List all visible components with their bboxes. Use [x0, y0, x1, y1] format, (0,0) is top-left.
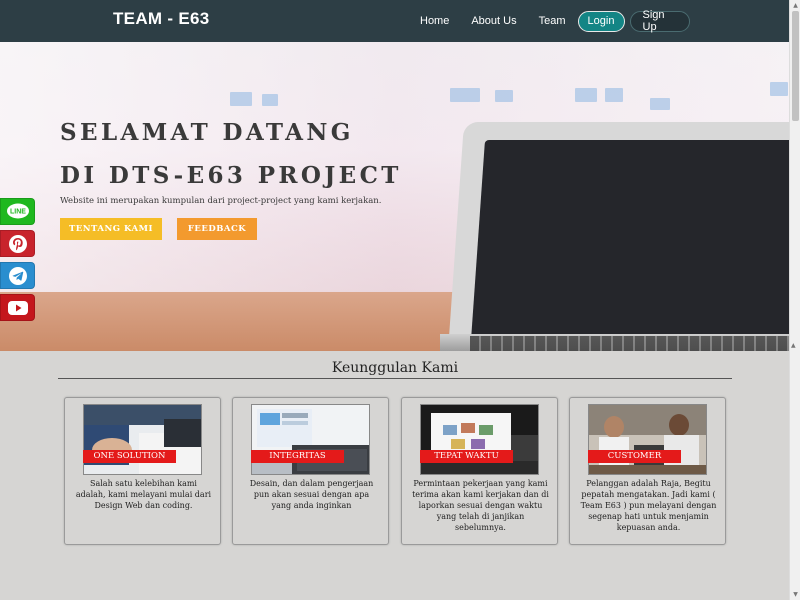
hero-title-line1: SELAMAT DATANG [60, 119, 354, 146]
card-image [83, 404, 202, 475]
laptop-screen [471, 140, 789, 340]
pinterest-icon [8, 234, 27, 253]
card-label: CUSTOMER [588, 450, 681, 463]
card-description: Desain, dan dalam pengerjaan pun akan se… [249, 479, 374, 510]
scroll-thumb[interactable] [792, 11, 799, 121]
telegram-icon [8, 266, 27, 285]
scroll-marker-icon: ▲ [791, 342, 796, 349]
page-scrollbar[interactable]: ▲ ▼ [789, 0, 800, 600]
feature-card-one-solution: ONE SOLUTION Salah satu kelebihan kami a… [64, 397, 221, 545]
feature-card-tepat-waktu: TEPAT WAKTU Permintaan pekerjaan yang ka… [401, 397, 558, 545]
navbar: TEAM - E63 Home About Us Team Login Sign… [0, 0, 789, 42]
feature-card-customer: CUSTOMER Pelanggan adalah Raja, Begitu p… [569, 397, 726, 545]
pinterest-share-button[interactable] [0, 230, 35, 257]
telegram-share-button[interactable] [0, 262, 35, 289]
login-button[interactable]: Login [577, 10, 625, 32]
line-share-button[interactable]: LINE [0, 198, 35, 225]
nav-team[interactable]: Team [539, 15, 566, 27]
card-label: TEPAT WAKTU [420, 450, 513, 463]
card-image-illustration [252, 405, 369, 474]
card-description: Permintaan pekerjaan yang kami terima ak… [412, 479, 549, 532]
hero-decor [495, 90, 513, 102]
card-image-illustration [589, 405, 706, 474]
line-icon: LINE [6, 203, 29, 218]
hero-decor [262, 94, 278, 106]
youtube-share-button[interactable] [0, 294, 35, 321]
line-icon-text: LINE [10, 208, 26, 215]
nav-about-us[interactable]: About Us [471, 15, 516, 27]
signup-button[interactable]: Sign Up [629, 9, 690, 33]
hero-title-line2: DI DTS-E63 PROJECT [60, 162, 402, 189]
feature-card-integritas: INTEGRITAS Desain, dan dalam pengerjaan … [232, 397, 389, 545]
hero-decor [650, 98, 670, 110]
hero-decor [605, 88, 623, 102]
card-image [251, 404, 370, 475]
laptop-keyboard [470, 336, 789, 351]
card-image [420, 404, 539, 475]
section-divider [58, 378, 732, 379]
feedback-button[interactable]: FEEDBACK [177, 218, 257, 240]
card-image-illustration [421, 405, 538, 474]
card-description: Pelanggan adalah Raja, Begitu pepatah me… [580, 479, 717, 532]
nav-links: Home About Us Team Login Sign Up [420, 0, 690, 42]
card-label: INTEGRITAS [251, 450, 344, 463]
hero-decor [230, 92, 252, 106]
card-description: Salah satu kelebihan kami adalah, kami m… [75, 479, 212, 510]
youtube-icon [7, 300, 28, 315]
hero-description: Website ini merupakan kumpulan dari proj… [60, 196, 382, 206]
tentang-kami-button[interactable]: TENTANG KAMI [60, 218, 162, 240]
hero-decor [770, 82, 788, 96]
card-label: ONE SOLUTION [83, 450, 176, 463]
scroll-down-arrow-icon[interactable]: ▼ [790, 589, 800, 600]
hero-banner: SELAMAT DATANG DI DTS-E63 PROJECT Websit… [0, 42, 789, 351]
brand-logo[interactable]: TEAM - E63 [113, 9, 210, 29]
nav-home[interactable]: Home [420, 15, 449, 27]
card-image-illustration [84, 405, 201, 474]
scroll-up-arrow-icon[interactable]: ▲ [790, 0, 800, 11]
card-image [588, 404, 707, 475]
hero-decor [450, 88, 480, 102]
hero-decor [575, 88, 597, 102]
section-title: Keunggulan Kami [331, 360, 459, 376]
